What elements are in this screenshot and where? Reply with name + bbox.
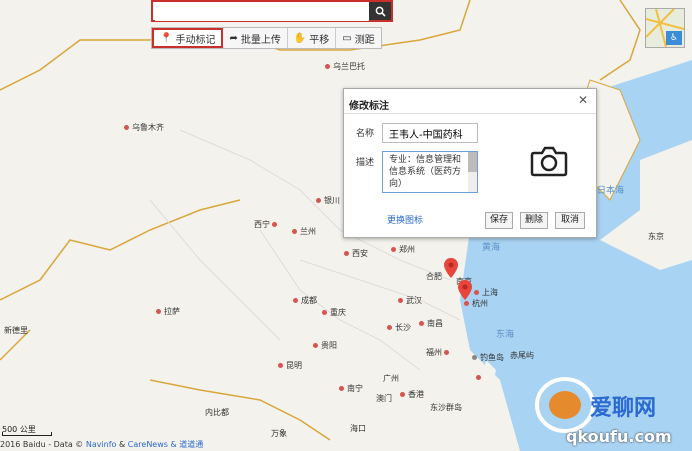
city-label: 成都	[293, 295, 317, 306]
measure-button[interactable]: ▭ 测距	[336, 28, 380, 48]
search-icon	[375, 6, 386, 17]
ruler-icon: ▭	[342, 32, 352, 44]
city-label: 贵阳	[313, 340, 337, 351]
sea-label: 日本海	[597, 186, 625, 196]
edit-marker-dialog: 修改标注 ✕ 名称 描述 专业：信息管理和信息系统（医药方向） 更换图标 保存 …	[343, 88, 597, 238]
city-label: 南宁	[339, 383, 363, 394]
delete-button[interactable]: 删除	[520, 212, 548, 229]
name-field[interactable]	[382, 123, 478, 143]
pin-icon: 📍	[160, 32, 173, 44]
city-label: 西宁	[254, 219, 280, 230]
search-input[interactable]	[155, 3, 369, 21]
batch-upload-button[interactable]: ➦ 批量上传	[223, 28, 288, 48]
pan-button[interactable]: ✋ 平移	[288, 28, 337, 48]
bike-icon: ♿	[666, 31, 682, 45]
name-label: 名称	[356, 129, 375, 139]
city-label: 香港	[400, 389, 424, 400]
city-label: 乌鲁木齐	[124, 122, 164, 133]
map-marker-pin[interactable]	[444, 258, 458, 278]
city-label: 银川	[316, 195, 340, 206]
city-label: 万象	[271, 429, 287, 438]
dialog-title: 修改标注	[349, 101, 389, 112]
city-label: 长沙	[387, 322, 411, 333]
save-button[interactable]: 保存	[485, 212, 513, 229]
description-label: 描述	[356, 158, 375, 168]
city-label: 合肥	[426, 272, 442, 281]
city-label: 武汉	[398, 295, 422, 306]
city-label: 新德里	[4, 326, 28, 335]
hand-icon: ✋	[293, 32, 307, 44]
city-label: 乌兰巴托	[325, 61, 365, 72]
city-label: 东京	[648, 232, 664, 241]
city-label: 广州	[383, 374, 399, 383]
map-toolbar: 📍 手动标记 ➦ 批量上传 ✋ 平移 ▭ 测距	[151, 27, 382, 49]
city-label: 澳门	[376, 394, 392, 403]
city-label: 西安	[344, 248, 368, 259]
close-icon[interactable]: ✕	[578, 93, 588, 107]
measure-label: 测距	[354, 34, 375, 46]
city-label: 南昌	[419, 318, 443, 329]
pan-label: 平移	[309, 34, 330, 46]
divider	[344, 113, 596, 114]
search-button[interactable]	[369, 2, 391, 20]
city-label: 拉萨	[156, 306, 180, 317]
manual-mark-button[interactable]: 📍 手动标记	[152, 28, 224, 48]
search-box	[151, 0, 393, 22]
svg-text:爱聊网: 爱聊网	[590, 396, 656, 421]
watermark-url: qkoufu.com	[566, 427, 672, 446]
camera-icon[interactable]	[530, 145, 568, 177]
cancel-button[interactable]: 取消	[555, 212, 585, 229]
daodaotong-link[interactable]: & 道道通	[170, 440, 203, 449]
navinfo-link[interactable]: Navinfo	[86, 440, 117, 449]
batch-upload-label: 批量上传	[240, 34, 281, 46]
city-label: 兰州	[292, 226, 316, 237]
description-scrollbar[interactable]	[468, 152, 477, 192]
copyright-text: 2016 Baidu - Data © Navinfo & CareNews &…	[0, 440, 204, 449]
change-icon-link[interactable]: 更换图标	[387, 213, 423, 226]
sea-label: 东沙群岛	[430, 403, 462, 412]
city-label: 郑州	[391, 244, 415, 255]
city-label: 内比都	[205, 408, 229, 417]
description-field[interactable]: 专业：信息管理和信息系统（医药方向）	[382, 151, 478, 193]
sea-label: 钓鱼岛	[472, 352, 504, 363]
sea-label: 黄海	[482, 243, 501, 253]
map-marker-pin[interactable]	[458, 280, 472, 300]
city-label: 昆明	[278, 360, 302, 371]
arrow-icon: ➦	[229, 32, 238, 44]
sea-label: 赤尾屿	[510, 351, 534, 360]
city-label	[476, 373, 484, 382]
city-label: 上海	[474, 287, 498, 298]
city-label: 福州	[426, 347, 452, 358]
scale-bar	[2, 432, 52, 436]
manual-mark-label: 手动标记	[175, 34, 216, 46]
map-layer-switch[interactable]: ♿	[645, 8, 685, 48]
city-label: 海口	[350, 424, 366, 433]
sea-label: 东海	[496, 330, 515, 340]
city-label: 重庆	[322, 307, 346, 318]
carenews-link[interactable]: CareNews	[128, 440, 168, 449]
